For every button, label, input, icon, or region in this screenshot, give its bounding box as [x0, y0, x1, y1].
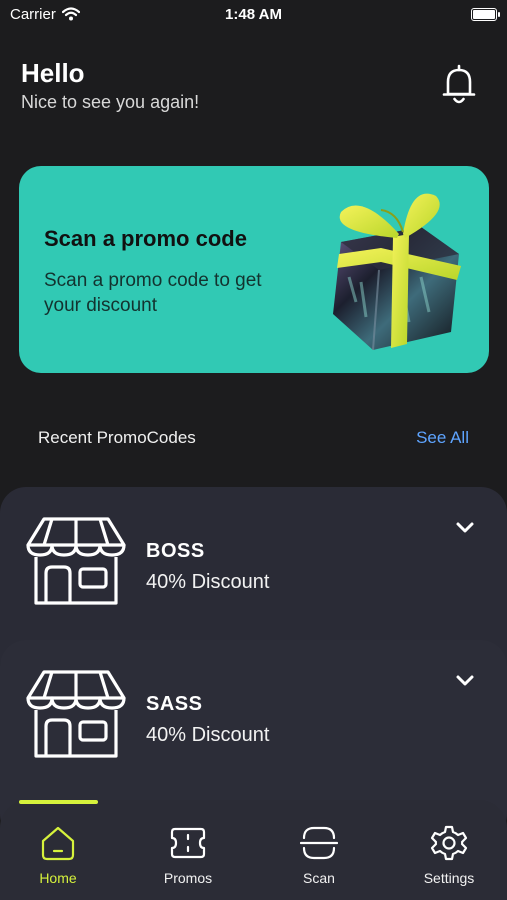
- active-tab-indicator: [19, 800, 98, 804]
- scan-icon: [300, 826, 338, 860]
- greeting: Hello Nice to see you again!: [21, 58, 199, 113]
- recent-promocodes-header: Recent PromoCodes See All: [38, 428, 469, 448]
- store-icon: [26, 670, 126, 758]
- home-icon: [41, 826, 75, 861]
- scan-promo-banner[interactable]: Scan a promo code Scan a promo code to g…: [19, 166, 489, 373]
- tab-home[interactable]: Home: [8, 824, 108, 886]
- ticket-icon: [170, 827, 206, 859]
- tab-label: Promos: [163, 870, 213, 886]
- gift-box-illustration: [333, 193, 461, 351]
- promo-code-name: SASS: [146, 693, 203, 715]
- battery-level: [473, 9, 495, 19]
- chevron-down-icon[interactable]: [455, 521, 475, 535]
- page-title: Hello: [21, 58, 85, 88]
- store-icon: [26, 517, 126, 605]
- gear-icon: [430, 825, 468, 861]
- tab-label: Settings: [423, 870, 475, 886]
- tab-label: Home: [39, 870, 77, 886]
- page-subtitle: Nice to see you again!: [21, 92, 200, 112]
- carrier-label: Carrier: [10, 5, 56, 23]
- banner-description: Scan a promo code to get your discount: [44, 270, 262, 316]
- see-all-link[interactable]: See All: [416, 428, 469, 448]
- promo-code-discount: 40% Discount: [146, 724, 270, 746]
- section-title: Recent PromoCodes: [38, 428, 196, 447]
- wifi-icon: [61, 7, 80, 21]
- status-left: Carrier: [10, 6, 80, 23]
- tab-settings[interactable]: Settings: [399, 824, 499, 886]
- tab-scan[interactable]: Scan: [269, 824, 369, 886]
- promo-code-name: BOSS: [146, 540, 205, 562]
- chevron-down-icon[interactable]: [455, 674, 475, 688]
- bell-icon[interactable]: [441, 64, 477, 108]
- tab-label: Scan: [303, 870, 335, 886]
- battery-icon: [471, 7, 500, 21]
- promo-code-discount: 40% Discount: [146, 571, 270, 593]
- banner-title: Scan a promo code: [44, 226, 247, 251]
- bottom-tab-bar: Home Promos Scan Settings: [0, 800, 507, 900]
- tab-promos[interactable]: Promos: [138, 824, 238, 886]
- status-bar: Carrier 1:48 AM: [0, 0, 507, 28]
